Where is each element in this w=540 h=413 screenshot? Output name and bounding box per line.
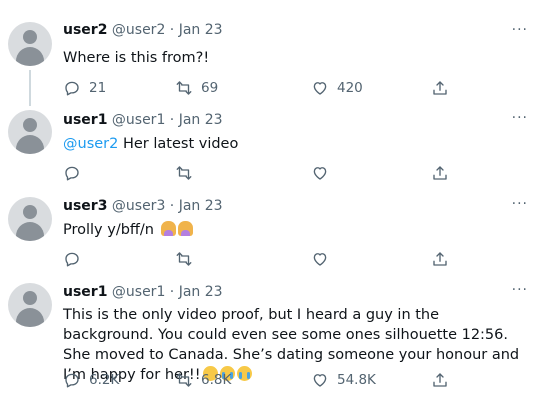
heart-icon — [313, 253, 327, 266]
author-name[interactable]: user3 — [63, 198, 107, 214]
reply-button[interactable]: 21 — [63, 79, 106, 97]
share-icon — [433, 81, 447, 95]
author-name[interactable]: user1 — [63, 112, 107, 128]
retweet-icon — [176, 81, 192, 95]
like-button[interactable]: 54.8K — [311, 371, 376, 389]
share-button[interactable] — [431, 79, 449, 97]
retweet-button[interactable] — [175, 250, 201, 268]
share-button[interactable] — [431, 250, 449, 268]
like-button[interactable] — [311, 164, 337, 182]
author-handle-date[interactable]: @user1 · Jan 23 — [112, 112, 223, 128]
share-button[interactable] — [431, 164, 449, 182]
mention-link[interactable]: @user2 — [63, 136, 118, 152]
heart-icon — [313, 167, 327, 180]
tweet-header: user1 @user1 · Jan 23 — [63, 284, 223, 300]
share-icon — [433, 373, 447, 387]
heart-icon — [313, 374, 327, 387]
retweet-button[interactable] — [175, 164, 201, 182]
retweet-button[interactable]: 69 — [175, 79, 218, 97]
author-name[interactable]: user1 — [63, 284, 107, 300]
reply-icon — [65, 373, 79, 388]
avatar[interactable] — [8, 283, 52, 327]
tweet-actions: 21 69 420 — [63, 79, 483, 99]
heart-icon — [313, 82, 327, 95]
share-icon — [433, 166, 447, 180]
author-handle-date[interactable]: @user3 · Jan 23 — [112, 198, 223, 214]
author-name[interactable]: user2 — [63, 22, 107, 38]
retweet-icon — [176, 252, 192, 266]
reply-icon — [65, 166, 79, 181]
retweet-icon — [176, 166, 192, 180]
retweet-icon — [176, 373, 192, 387]
avatar[interactable] — [8, 197, 52, 241]
tweet-text: @user2 Her latest video — [63, 136, 239, 152]
tweet-text: Where is this from?! — [63, 50, 210, 66]
like-count: 54.8K — [337, 372, 376, 388]
retweet-count: 6.8K — [201, 372, 232, 388]
woman-facepalming-emoji — [160, 221, 176, 236]
share-button[interactable] — [431, 371, 449, 389]
tweet-header: user1 @user1 · Jan 23 — [63, 112, 223, 128]
share-icon — [433, 252, 447, 266]
like-button[interactable] — [311, 250, 337, 268]
woman-facepalming-emoji — [177, 221, 193, 236]
tweet[interactable]: user1 @user1 · Jan 23 ··· This is the on… — [0, 275, 540, 413]
tweet-actions — [63, 164, 483, 184]
author-handle-date[interactable]: @user1 · Jan 23 — [112, 284, 223, 300]
tweet[interactable]: user2 @user2 · Jan 23 ··· Where is this … — [0, 0, 540, 106]
tweet-text: Prolly y/bff/n — [63, 220, 526, 240]
retweet-count: 69 — [201, 80, 219, 96]
like-button[interactable]: 420 — [311, 79, 363, 97]
tweet-actions: 6.2K 6.8K 54.8K — [63, 371, 483, 391]
more-options-icon[interactable]: ··· — [512, 282, 528, 298]
reply-button[interactable] — [63, 164, 89, 182]
tweet-header: user3 @user3 · Jan 23 — [63, 198, 223, 214]
reply-button[interactable]: 6.2K — [63, 371, 119, 389]
avatar[interactable] — [8, 110, 52, 154]
reply-button[interactable] — [63, 250, 89, 268]
retweet-button[interactable]: 6.8K — [175, 371, 231, 389]
more-options-icon[interactable]: ··· — [512, 196, 528, 212]
tweet-header: user2 @user2 · Jan 23 — [63, 22, 223, 38]
like-count: 420 — [337, 80, 363, 96]
tweet[interactable]: user1 @user1 · Jan 23 ··· @user2 Her lat… — [0, 100, 540, 188]
tweet-actions — [63, 250, 483, 270]
author-handle-date[interactable]: @user2 · Jan 23 — [112, 22, 223, 38]
tweet[interactable]: user3 @user3 · Jan 23 ··· Prolly y/bff/n — [0, 188, 540, 275]
reply-count: 6.2K — [89, 372, 120, 388]
more-options-icon[interactable]: ··· — [512, 110, 528, 126]
reply-icon — [65, 81, 79, 96]
avatar[interactable] — [8, 22, 52, 66]
reply-icon — [65, 252, 79, 267]
reply-count: 21 — [89, 80, 107, 96]
more-options-icon[interactable]: ··· — [512, 22, 528, 38]
